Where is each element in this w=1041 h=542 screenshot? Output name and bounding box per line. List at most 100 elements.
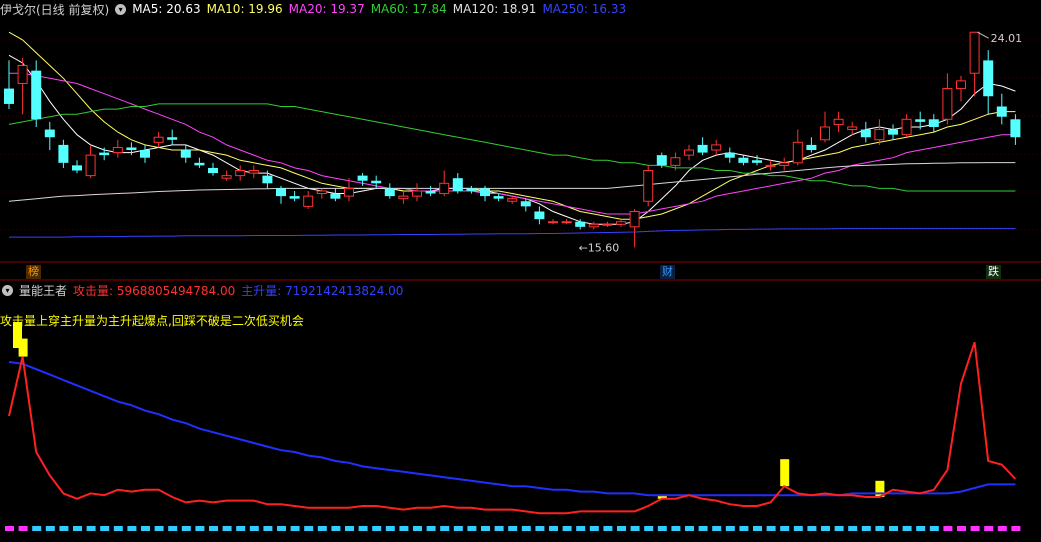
volume-mark (113, 526, 123, 531)
volume-mark (535, 526, 545, 531)
candle-up (901, 118, 912, 136)
volume-mark (508, 526, 518, 531)
volume-mark (712, 526, 722, 531)
candle-down (425, 190, 436, 194)
candle-up (820, 126, 830, 141)
candle-down (888, 129, 898, 135)
candle-down (99, 152, 110, 156)
volume-mark (521, 526, 531, 531)
volume-mark (413, 526, 422, 531)
candle-up (235, 170, 246, 177)
volume-mark (453, 526, 463, 531)
sub-header: ▾ 量能王者 攻击量: 5968805494784.00 主升量: 719214… (0, 281, 409, 299)
candle-down (72, 165, 82, 171)
candle-down (140, 150, 150, 158)
volume-mark (821, 526, 830, 531)
indicator-note: 攻击量上穿主升量为主升起爆点,回踩不破是二次低买机会 (0, 314, 304, 328)
candle-up (833, 118, 844, 125)
volume-mark (549, 526, 558, 531)
event-marker-bang[interactable]: 榜 (26, 265, 41, 279)
candle-down (928, 119, 939, 127)
candle-up (792, 141, 803, 164)
volume-mark (848, 526, 858, 531)
ma120-label: MA120: 18.91 (452, 2, 537, 16)
volume-mark (494, 526, 504, 531)
candle-down (194, 162, 205, 166)
volume-mark (889, 526, 898, 531)
candle-down (58, 144, 69, 163)
candle-up (588, 223, 599, 228)
volume-mark (970, 526, 980, 531)
volume-mark (5, 526, 14, 531)
volume-mark (698, 526, 708, 531)
candle-up (248, 170, 259, 174)
candle-up (602, 223, 613, 226)
ma250-label: MA250: 16.33 (542, 2, 627, 16)
event-marker-die[interactable]: 跌 (986, 265, 1001, 279)
candle-up (942, 88, 953, 120)
volume-mark (725, 526, 735, 531)
stock-title[interactable]: 伊戈尔(日线 前复权) (0, 1, 109, 18)
volume-mark (481, 526, 490, 531)
ma20-label: MA20: 19.37 (288, 2, 365, 16)
candle-down (44, 129, 55, 138)
high-price-label: 24.01 (991, 32, 1023, 45)
volume-mark (780, 526, 790, 531)
candle-up (316, 190, 327, 195)
volume-mark (562, 526, 572, 531)
volume-mark (399, 526, 409, 531)
chevron-down-icon[interactable]: ▾ (2, 284, 13, 296)
volume-mark (263, 526, 273, 531)
main-rise-volume-label: 主升量: 7192142413824.00 (241, 283, 404, 298)
candle-up (561, 221, 572, 224)
candle-down (126, 147, 137, 151)
volume-mark (385, 526, 395, 531)
candle-down (724, 152, 735, 158)
volume-mark (304, 526, 314, 531)
candle-down (806, 144, 817, 151)
candle-down (276, 188, 286, 197)
main-header: 伊戈尔(日线 前复权) ▾ MA5: 20.63 MA10: 19.96 MA2… (0, 0, 632, 18)
low-price-label: ←15.60 (579, 241, 620, 254)
volume-mark (997, 526, 1007, 531)
candle-down (738, 157, 749, 163)
ma-line-ma20 (9, 72, 1016, 215)
candle-up (629, 210, 640, 228)
volume-mark (100, 526, 110, 531)
candle-down (466, 188, 477, 191)
main-rise-line (8, 361, 1016, 497)
volume-mark (45, 526, 55, 531)
candle-down (384, 188, 395, 197)
candle-down (1010, 119, 1021, 138)
candle-up (765, 164, 776, 167)
candle-up (684, 149, 694, 156)
volume-mark (440, 526, 450, 531)
candle-up (956, 80, 966, 90)
candle-up (85, 154, 96, 177)
indicator-name[interactable]: 量能王者 (19, 282, 67, 299)
volume-mark (957, 526, 966, 531)
volume-mark (793, 526, 803, 531)
candle-down (452, 178, 463, 191)
candle-up (412, 190, 422, 197)
volume-mark (195, 526, 205, 531)
candle-down (520, 201, 531, 207)
candle-up (670, 157, 681, 166)
candle-up (969, 31, 980, 74)
candle-down (480, 188, 490, 197)
candle-up (439, 182, 450, 195)
volume-mark (875, 526, 885, 531)
candle-down (656, 155, 667, 166)
candle-up (398, 195, 409, 200)
candle-down (180, 150, 191, 158)
candle-up (507, 198, 518, 202)
event-marker-cai[interactable]: 财 (660, 265, 675, 279)
chevron-down-icon[interactable]: ▾ (115, 3, 127, 15)
candle-down (575, 221, 586, 227)
candle-down (996, 106, 1007, 117)
candle-up (847, 126, 858, 131)
volume-mark (657, 526, 667, 531)
volume-mark (277, 526, 286, 531)
volume-mark (141, 526, 150, 531)
volume-mark (154, 526, 164, 531)
